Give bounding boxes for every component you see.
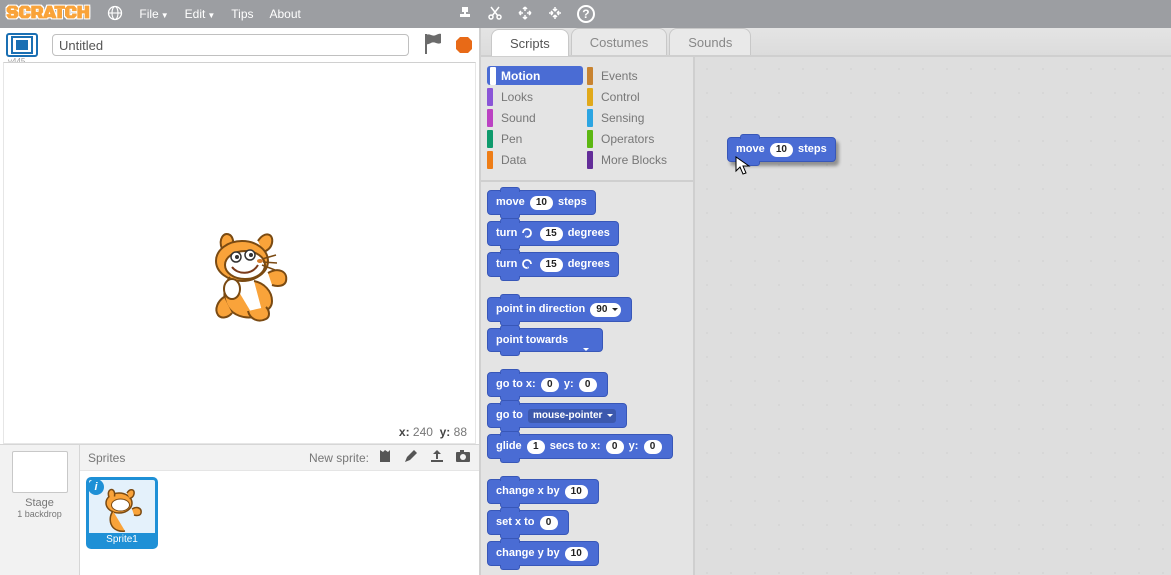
top-menu-bar: SCRATCH File▼ Edit▼ Tips About ? <box>0 0 1171 28</box>
category-sound[interactable]: Sound <box>487 107 587 128</box>
scripts-canvas[interactable]: move 10 steps <box>695 57 1171 575</box>
block-palette: move 10 steps turn 15 degrees turn 15 de… <box>481 182 693 575</box>
block-turn-cw[interactable]: turn 15 degrees <box>487 221 619 246</box>
green-flag-icon[interactable] <box>423 32 445 59</box>
cursor-icon <box>735 156 751 179</box>
category-pen[interactable]: Pen <box>487 128 587 149</box>
grow-icon[interactable] <box>517 5 533 24</box>
stage-canvas[interactable]: x: 240 y: 88 <box>3 62 476 444</box>
upload-sprite-icon[interactable] <box>429 448 445 467</box>
new-sprite-label: New sprite: <box>309 451 369 465</box>
block-move-steps[interactable]: move 10 steps <box>487 190 596 215</box>
category-sensing[interactable]: Sensing <box>587 107 687 128</box>
category-looks[interactable]: Looks <box>487 86 587 107</box>
globe-icon[interactable] <box>107 5 123 24</box>
block-change-y[interactable]: change y by 10 <box>487 541 599 566</box>
category-more-blocks[interactable]: More Blocks <box>587 149 687 170</box>
tab-scripts[interactable]: Scripts <box>491 29 569 56</box>
stage-coordinates: x: 240 y: 88 <box>399 425 467 439</box>
stage-thumbnail[interactable]: Stage 1 backdrop <box>0 445 80 575</box>
block-set-x[interactable]: set x to 0 <box>487 510 569 535</box>
block-category-grid: MotionEventsLooksControlSoundSensingPenO… <box>481 57 693 182</box>
category-data[interactable]: Data <box>487 149 587 170</box>
menu-edit[interactable]: Edit▼ <box>185 7 216 21</box>
tab-sounds[interactable]: Sounds <box>669 28 751 55</box>
block-glide[interactable]: glide 1 secs to x: 0 y: 0 <box>487 434 673 459</box>
category-operators[interactable]: Operators <box>587 128 687 149</box>
stop-icon[interactable] <box>455 36 473 54</box>
fullscreen-icon[interactable]: v445 <box>6 33 38 57</box>
block-point-direction[interactable]: point in direction 90 <box>487 297 632 322</box>
camera-sprite-icon[interactable] <box>455 448 471 467</box>
menu-about[interactable]: About <box>270 7 301 21</box>
block-go-to-xy[interactable]: go to x: 0 y: 0 <box>487 372 608 397</box>
sprite-info-icon[interactable]: i <box>88 479 104 495</box>
block-point-towards[interactable]: point towards <box>487 328 603 352</box>
sprite-on-stage[interactable] <box>200 231 296 334</box>
block-go-to-object[interactable]: go to mouse-pointer <box>487 403 627 428</box>
category-control[interactable]: Control <box>587 86 687 107</box>
scissors-icon[interactable] <box>487 5 503 24</box>
project-title-input[interactable] <box>52 34 409 56</box>
menu-tips[interactable]: Tips <box>231 7 253 21</box>
stamp-icon[interactable] <box>457 5 473 24</box>
help-icon[interactable]: ? <box>577 5 595 23</box>
sprite-thumbnail[interactable]: i Sprite1 <box>86 477 158 549</box>
sprite-name: Sprite1 <box>89 533 155 546</box>
shrink-icon[interactable] <box>547 5 563 24</box>
sprites-header: Sprites <box>88 451 125 465</box>
menu-file[interactable]: File▼ <box>139 7 168 21</box>
block-turn-ccw[interactable]: turn 15 degrees <box>487 252 619 277</box>
choose-sprite-icon[interactable] <box>377 448 393 467</box>
category-motion[interactable]: Motion <box>487 66 583 85</box>
tab-costumes[interactable]: Costumes <box>571 28 668 55</box>
category-events[interactable]: Events <box>587 65 687 86</box>
scratch-logo[interactable]: SCRATCH <box>6 3 89 25</box>
paint-sprite-icon[interactable] <box>403 448 419 467</box>
block-change-x[interactable]: change x by 10 <box>487 479 599 504</box>
